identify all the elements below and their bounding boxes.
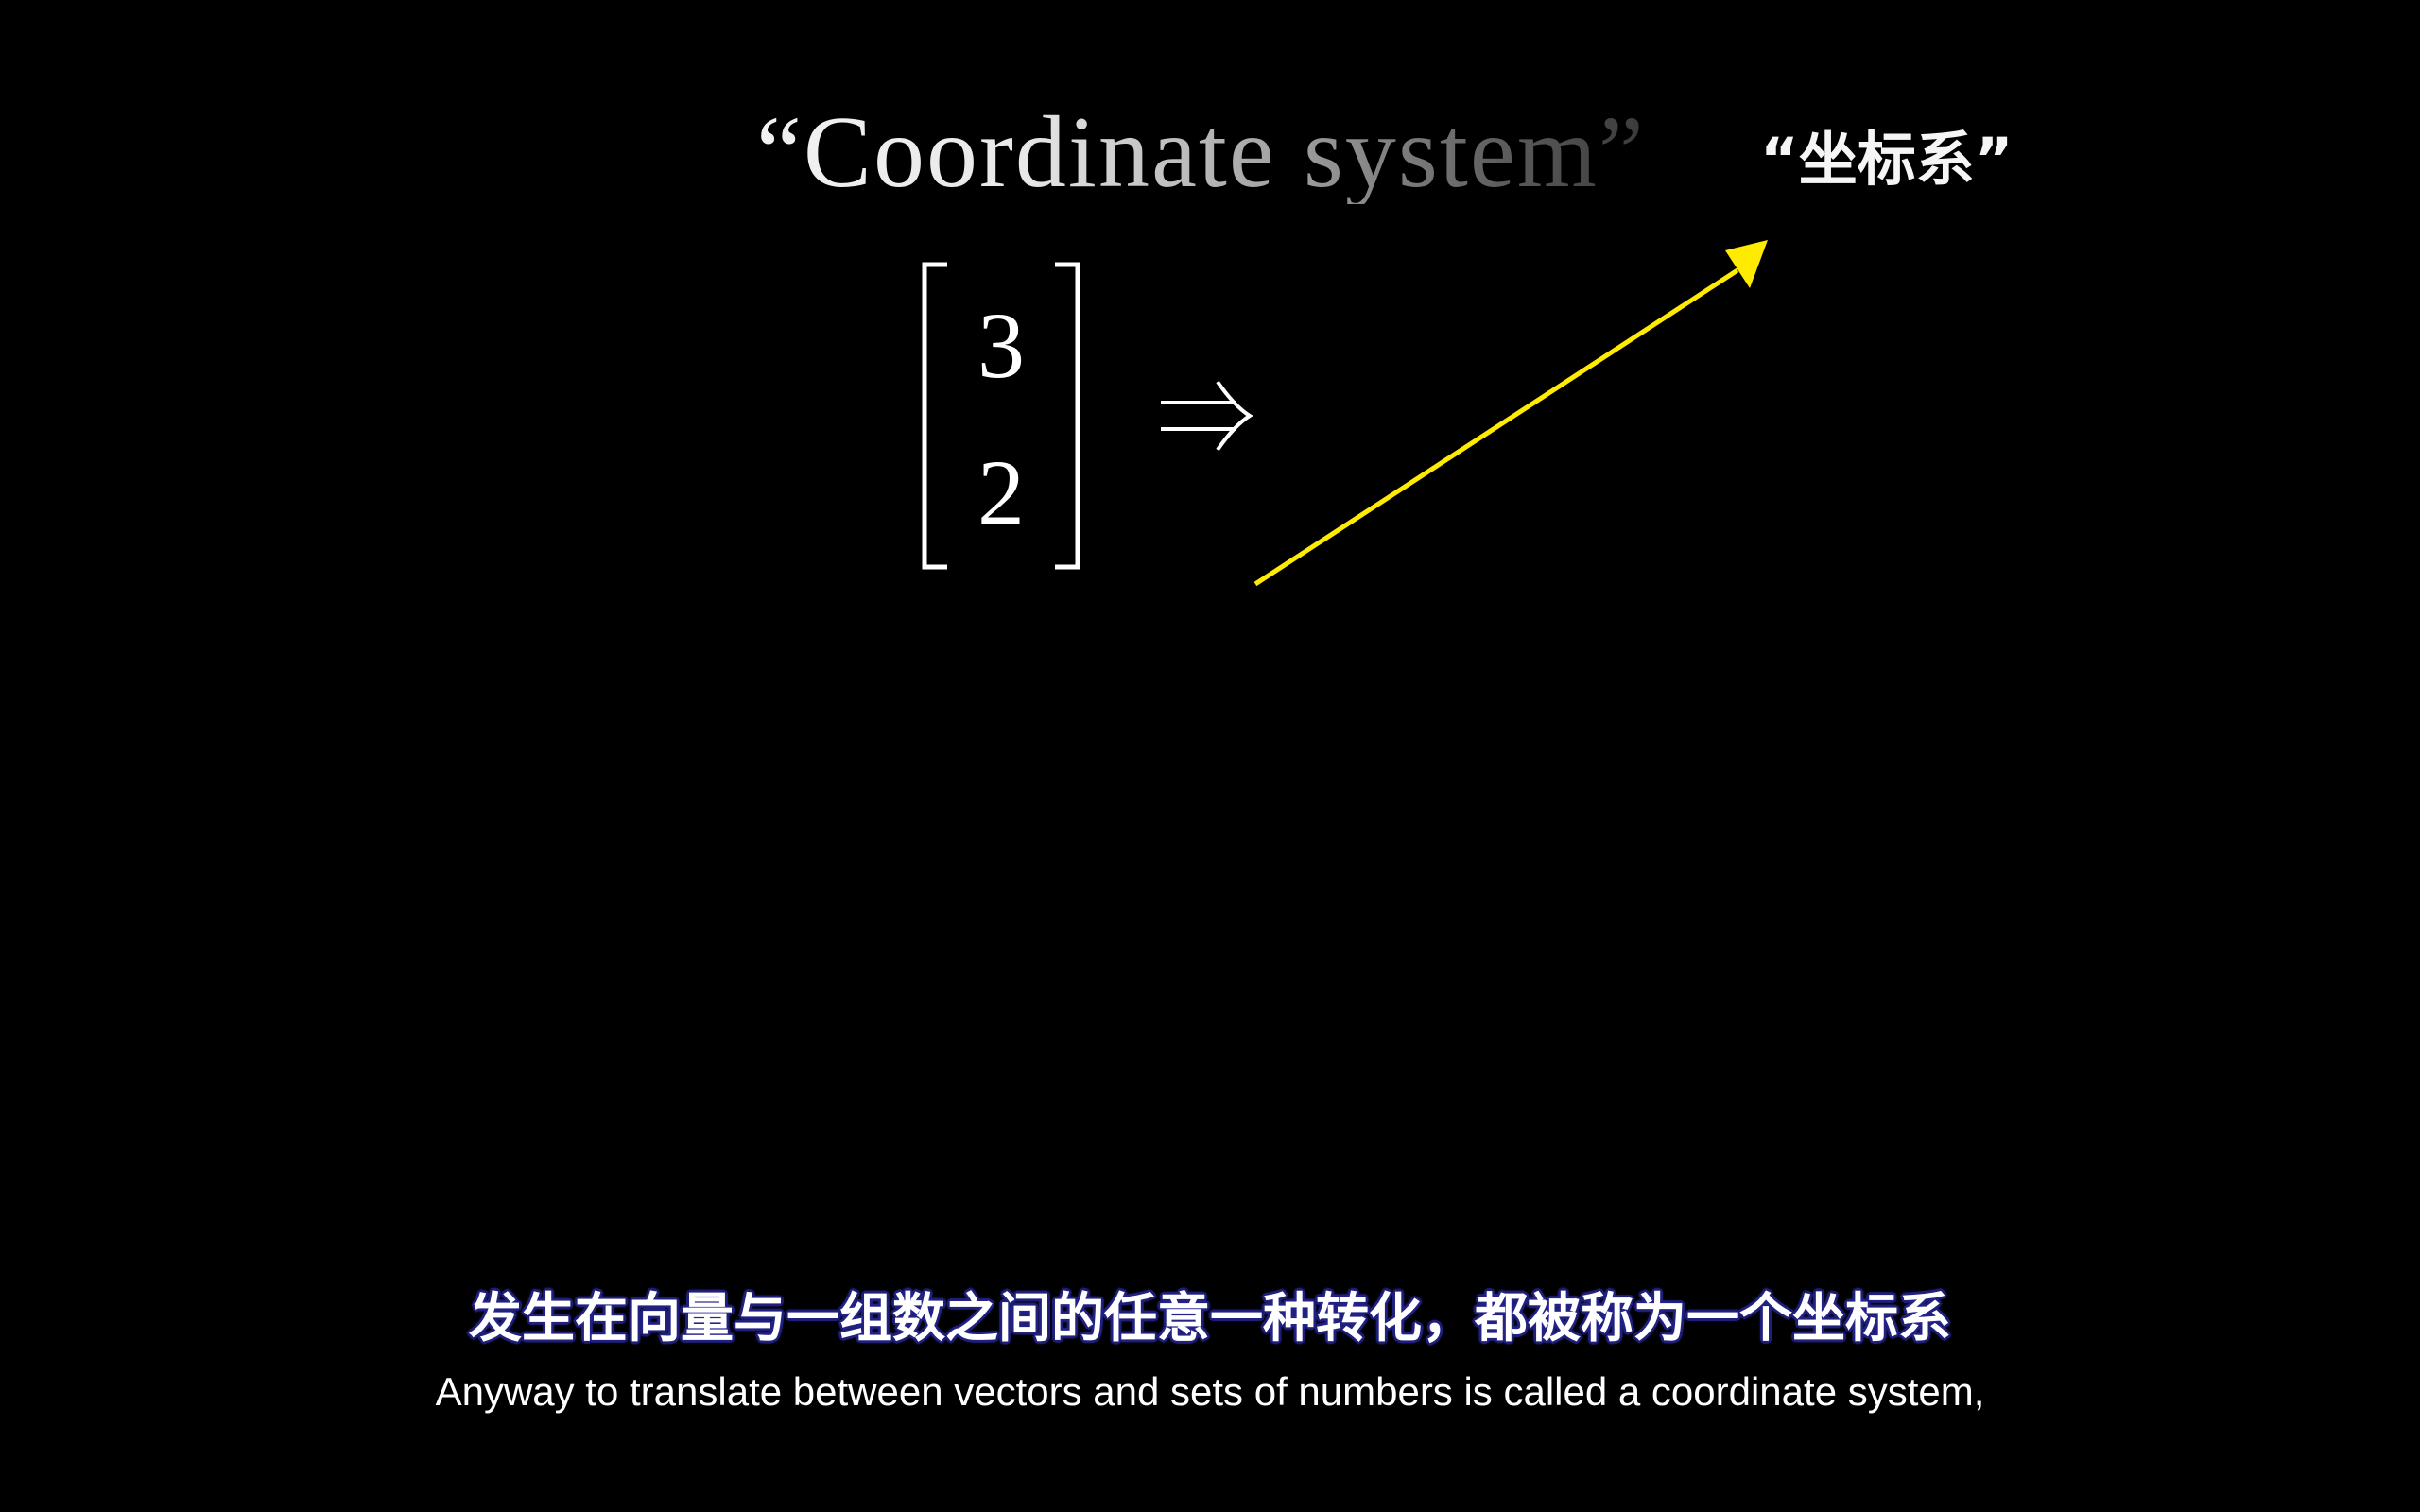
subtitle-english: Anyway to translate between vectors and …	[435, 1369, 1985, 1414]
subtitle-chinese: 发生在向量与一组数之间的任意一种转化，都被称为一个坐标系	[469, 1288, 1951, 1349]
vector-arrow	[1253, 240, 1768, 587]
vector-arrow-shaft	[1253, 267, 1739, 587]
vector-arrow-head	[1725, 240, 1768, 288]
